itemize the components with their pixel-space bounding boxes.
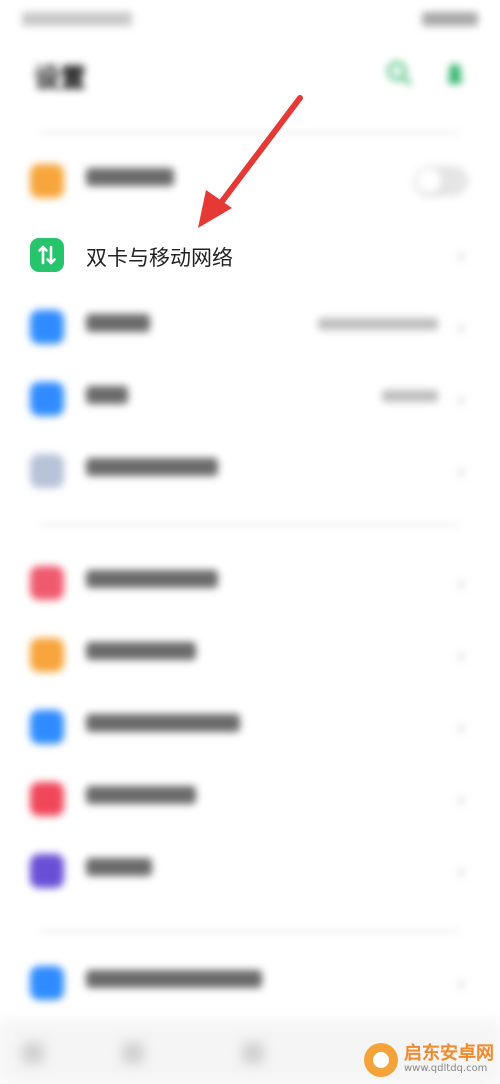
settings-row-wlan[interactable]: › bbox=[0, 292, 500, 364]
settings-row-desktop[interactable]: › bbox=[0, 692, 500, 764]
battery-icon bbox=[422, 12, 478, 26]
nav-item-icon[interactable] bbox=[122, 1042, 144, 1064]
sound-icon bbox=[30, 782, 64, 816]
watermark-name: 启东安卓网 bbox=[404, 1043, 494, 1065]
fingerprint-icon bbox=[30, 966, 64, 1000]
wifi-icon bbox=[30, 310, 64, 344]
airplane-mode-toggle[interactable] bbox=[414, 166, 468, 196]
chevron-right-icon: › bbox=[457, 460, 466, 485]
settings-row-label: 双卡与移动网络 bbox=[86, 246, 233, 270]
settings-row-other-wireless[interactable]: › bbox=[0, 436, 500, 508]
section-divider bbox=[38, 930, 460, 932]
chevron-right-icon: › bbox=[457, 244, 466, 269]
settings-row-airplane-mode[interactable] bbox=[0, 146, 500, 218]
settings-row-fingerprint[interactable]: › bbox=[0, 948, 500, 1020]
display-icon bbox=[30, 638, 64, 672]
chevron-right-icon: › bbox=[457, 716, 466, 741]
airplane-icon bbox=[30, 164, 64, 198]
search-icon[interactable] bbox=[384, 58, 414, 88]
settings-row-sound[interactable]: › bbox=[0, 764, 500, 836]
chevron-right-icon: › bbox=[457, 644, 466, 669]
page-title: 设置 bbox=[34, 64, 87, 94]
chevron-right-icon: › bbox=[457, 316, 466, 341]
assistant-icon[interactable] bbox=[440, 58, 470, 88]
status-bar bbox=[22, 10, 478, 36]
settings-row-display[interactable]: › bbox=[0, 620, 500, 692]
bluetooth-icon bbox=[30, 382, 64, 416]
status-time bbox=[22, 12, 132, 26]
nav-home-icon[interactable] bbox=[242, 1042, 264, 1064]
wireless-icon bbox=[30, 454, 64, 488]
watermark: 启东安卓网 www.qdltdq.com bbox=[364, 1040, 494, 1080]
dual-sim-icon bbox=[30, 238, 64, 272]
chevron-right-icon: › bbox=[457, 972, 466, 997]
settings-row-dual-sim[interactable]: 双卡与移动网络 › bbox=[0, 220, 500, 292]
chevron-right-icon: › bbox=[457, 860, 466, 885]
watermark-url: www.qdltdq.com bbox=[404, 1063, 488, 1075]
notification-icon bbox=[30, 566, 64, 600]
chevron-right-icon: › bbox=[457, 388, 466, 413]
settings-row-notification[interactable]: › bbox=[0, 548, 500, 620]
desktop-icon bbox=[30, 710, 64, 744]
settings-row-dnd[interactable]: › bbox=[0, 836, 500, 908]
watermark-logo bbox=[364, 1043, 398, 1077]
section-divider bbox=[38, 132, 460, 134]
chevron-right-icon: › bbox=[457, 788, 466, 813]
dnd-icon bbox=[30, 854, 64, 888]
nav-back-icon[interactable] bbox=[22, 1042, 44, 1064]
settings-screen: 设置 双卡与移动网络 › › › › › › › › › › 启东安卓网 www… bbox=[0, 0, 500, 1084]
settings-row-bluetooth[interactable]: › bbox=[0, 364, 500, 436]
chevron-right-icon: › bbox=[457, 572, 466, 597]
app-header: 设置 bbox=[22, 44, 478, 104]
section-divider bbox=[38, 524, 460, 526]
